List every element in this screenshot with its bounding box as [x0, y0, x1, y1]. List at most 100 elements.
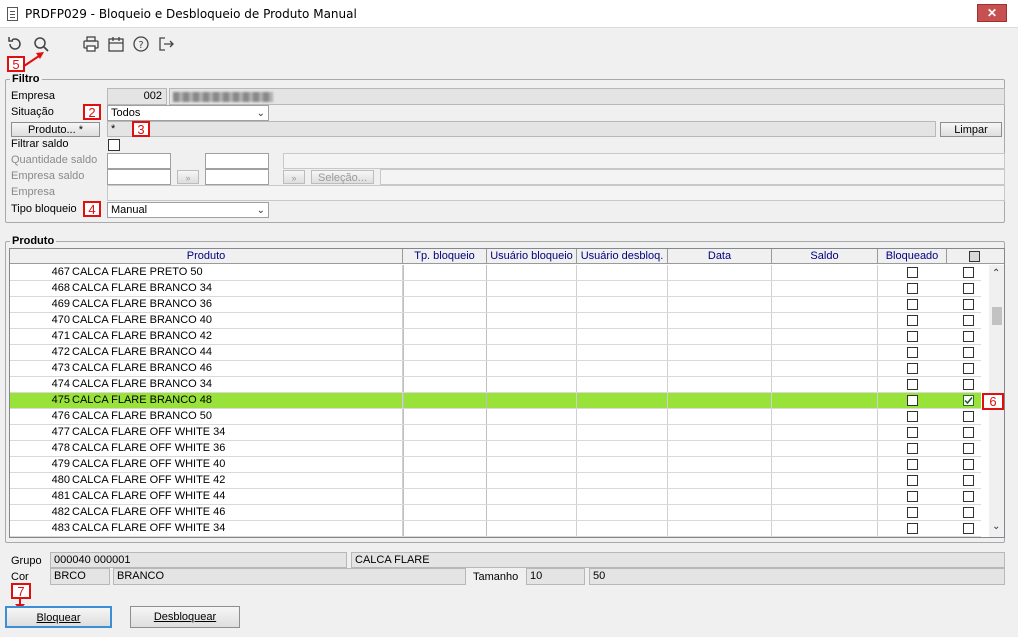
bloqueado-checkbox[interactable] — [907, 411, 918, 422]
table-row[interactable]: 480 CALCA FLARE OFF WHITE 42 — [10, 473, 981, 489]
cell-empty[interactable] — [487, 521, 577, 536]
situacao-select[interactable]: Todos ⌄ — [107, 105, 269, 121]
table-row[interactable]: 481 CALCA FLARE OFF WHITE 44 — [10, 489, 981, 505]
cell-empty[interactable] — [668, 409, 772, 424]
cell-code[interactable]: 472 — [10, 345, 72, 360]
row-select-checkbox[interactable] — [963, 427, 974, 438]
quantidade-saldo-min[interactable] — [107, 153, 171, 169]
close-button[interactable]: ✕ — [977, 4, 1007, 22]
lookup-icon[interactable]: » — [177, 170, 199, 184]
empresa-saldo-to[interactable] — [205, 169, 269, 185]
cell-code[interactable]: 470 — [10, 313, 72, 328]
cell-empty[interactable] — [403, 521, 487, 536]
table-row[interactable]: 478 CALCA FLARE OFF WHITE 36 — [10, 441, 981, 457]
cell-empty[interactable] — [668, 361, 772, 376]
cell-name[interactable]: CALCA FLARE OFF WHITE 46 — [72, 505, 403, 520]
cell-code[interactable]: 473 — [10, 361, 72, 376]
cell-empty[interactable] — [403, 441, 487, 456]
cell-code[interactable]: 482 — [10, 505, 72, 520]
cell-empty[interactable] — [487, 377, 577, 392]
empresa-saldo-from[interactable] — [107, 169, 171, 185]
cell-name[interactable]: CALCA FLARE OFF WHITE 34 — [72, 425, 403, 440]
cell-empty[interactable] — [668, 441, 772, 456]
cell-name[interactable]: CALCA FLARE BRANCO 50 — [72, 409, 403, 424]
cell-empty[interactable] — [772, 425, 878, 440]
cell-empty[interactable] — [668, 521, 772, 536]
row-select-checkbox[interactable] — [963, 507, 974, 518]
table-row[interactable]: 474 CALCA FLARE BRANCO 34 — [10, 377, 981, 393]
cell-empty[interactable] — [577, 377, 668, 392]
col-header-bloqueado[interactable]: Bloqueado — [878, 249, 947, 264]
row-select-checkbox[interactable] — [963, 315, 974, 326]
cell-name[interactable]: CALCA FLARE BRANCO 36 — [72, 297, 403, 312]
row-select-checkbox[interactable] — [963, 283, 974, 294]
cell-empty[interactable] — [403, 377, 487, 392]
cell-name[interactable]: CALCA FLARE BRANCO 48 — [72, 393, 403, 408]
cell-empty[interactable] — [487, 409, 577, 424]
cell-empty[interactable] — [487, 489, 577, 504]
row-select-checkbox[interactable] — [963, 267, 974, 278]
table-row[interactable]: 473 CALCA FLARE BRANCO 46 — [10, 361, 981, 377]
cell-empty[interactable] — [487, 457, 577, 472]
table-row[interactable]: 479 CALCA FLARE OFF WHITE 40 — [10, 457, 981, 473]
cell-empty[interactable] — [403, 313, 487, 328]
cell-empty[interactable] — [487, 425, 577, 440]
cell-code[interactable]: 468 — [10, 281, 72, 296]
calendar-icon[interactable] — [107, 35, 125, 53]
cell-code[interactable]: 467 — [10, 265, 72, 280]
cell-code[interactable]: 483 — [10, 521, 72, 536]
cell-empty[interactable] — [403, 473, 487, 488]
cell-empty[interactable] — [403, 265, 487, 280]
bloqueado-checkbox[interactable] — [907, 299, 918, 310]
grupo-desc-field[interactable]: CALCA FLARE — [351, 552, 1005, 568]
table-row[interactable]: 468 CALCA FLARE BRANCO 34 — [10, 281, 981, 297]
cell-name[interactable]: CALCA FLARE PRETO 50 — [72, 265, 403, 280]
filtrar-saldo-checkbox[interactable] — [108, 139, 120, 151]
cell-name[interactable]: CALCA FLARE OFF WHITE 34 — [72, 521, 403, 536]
table-row[interactable]: 483 CALCA FLARE OFF WHITE 34 — [10, 521, 981, 537]
cell-empty[interactable] — [772, 297, 878, 312]
limpar-button[interactable]: Limpar — [940, 122, 1002, 137]
grupo-code-field[interactable]: 000040 000001 — [50, 552, 347, 568]
cell-empty[interactable] — [403, 425, 487, 440]
cell-empty[interactable] — [668, 313, 772, 328]
table-row[interactable]: 467 CALCA FLARE PRETO 50 — [10, 265, 981, 281]
cell-empty[interactable] — [577, 297, 668, 312]
cell-empty[interactable] — [772, 345, 878, 360]
table-row[interactable]: 482 CALCA FLARE OFF WHITE 46 — [10, 505, 981, 521]
bloqueado-checkbox[interactable] — [907, 507, 918, 518]
row-select-checkbox[interactable] — [963, 459, 974, 470]
row-select-checkbox[interactable] — [963, 347, 974, 358]
bloqueado-checkbox[interactable] — [907, 475, 918, 486]
col-header-select-all[interactable] — [947, 249, 1004, 264]
cell-empty[interactable] — [772, 409, 878, 424]
bloquear-button[interactable]: Bloquear — [5, 606, 112, 628]
bloqueado-checkbox[interactable] — [907, 491, 918, 502]
table-row[interactable]: 475 CALCA FLARE BRANCO 48 — [10, 393, 981, 409]
cell-empty[interactable] — [487, 281, 577, 296]
cell-empty[interactable] — [577, 265, 668, 280]
produto-button[interactable]: Produto... * — [11, 122, 100, 137]
cell-empty[interactable] — [668, 329, 772, 344]
help-icon[interactable]: ? — [132, 35, 150, 53]
cell-empty[interactable] — [577, 313, 668, 328]
cell-empty[interactable] — [403, 489, 487, 504]
col-header-tp-bloqueio[interactable]: Tp. bloqueio — [403, 249, 487, 264]
col-header-usuario-bloqueio[interactable]: Usuário bloqueio — [487, 249, 577, 264]
bloqueado-checkbox[interactable] — [907, 523, 918, 534]
cell-empty[interactable] — [772, 393, 878, 408]
cell-empty[interactable] — [668, 377, 772, 392]
cell-empty[interactable] — [403, 457, 487, 472]
cell-empty[interactable] — [577, 409, 668, 424]
cell-code[interactable]: 481 — [10, 489, 72, 504]
cor-desc-field[interactable]: BRANCO — [113, 568, 466, 585]
bloqueado-checkbox[interactable] — [907, 363, 918, 374]
table-row[interactable]: 477 CALCA FLARE OFF WHITE 34 — [10, 425, 981, 441]
close-icon[interactable]: ✕ — [987, 6, 997, 20]
row-select-checkbox[interactable] — [963, 523, 974, 534]
cell-code[interactable]: 469 — [10, 297, 72, 312]
cell-empty[interactable] — [577, 345, 668, 360]
cell-empty[interactable] — [577, 361, 668, 376]
cell-code[interactable]: 476 — [10, 409, 72, 424]
scrollbar-thumb[interactable] — [992, 307, 1002, 325]
